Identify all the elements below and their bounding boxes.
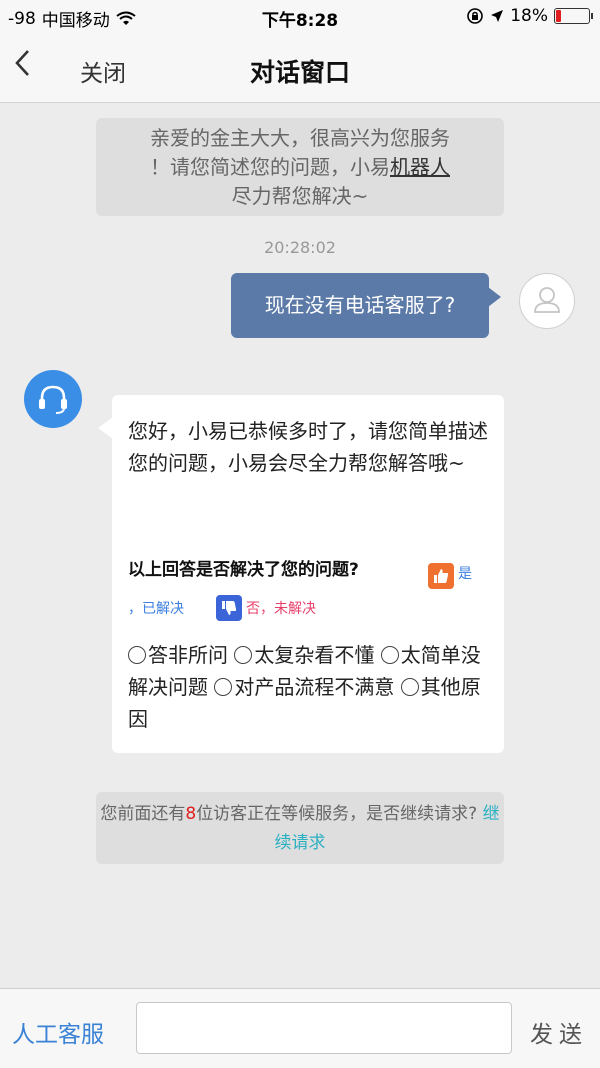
nav-bar: 关闭 对话窗口 [0,34,600,103]
bot-avatar [24,370,82,428]
thumbs-down-icon[interactable] [216,595,242,621]
bot-message-bubble: 您好，小易已恭候多时了，请您简单描述您的问题，小易会尽全力帮您解答哦~ 以上回答… [98,395,504,753]
queue-count: 8 [185,804,197,824]
user-message-bubble: 现在没有电话客服了? [231,273,501,338]
queue-prefix: 您前面还有 [100,804,186,824]
queue-notice: 您前面还有8位访客正在等候服务，是否继续请求? 继续请求 [96,792,504,864]
battery-icon [554,8,593,24]
chevron-left-icon[interactable] [6,48,40,88]
headset-icon [39,385,67,414]
close-button[interactable]: 关闭 [80,54,126,88]
location-arrow-icon [491,10,504,22]
feedback-question: 以上回答是否解决了您的问题? [128,560,359,580]
message-timestamp: 20:28:02 [264,238,336,257]
human-agent-button[interactable]: 人工客服 [12,1015,104,1049]
input-bar: 人工客服 发送 [0,988,600,1068]
welcome-line-1: 亲爱的金主大大，很高兴为您服务 [150,126,450,150]
radio-button[interactable] [128,646,146,664]
feedback-yes-label-cont[interactable]: ，已解决 [128,598,184,618]
radio-button[interactable] [400,678,419,696]
feedback-no-label[interactable]: 否，未解决 [246,598,316,618]
queue-middle: 位访客正在等候服务，是否继续请求? [196,804,478,824]
radio-button[interactable] [380,646,399,664]
feedback-reasons: 答非所问 太复杂看不懂 太简单没解决问题 对产品流程不满意 其他原因 [128,639,496,735]
thumbs-up-icon[interactable] [428,563,454,589]
status-bar: -98 中国移动 下午8:28 18% [0,0,600,34]
welcome-line-2-prefix: ！请您简述您的问题，小易 [150,155,390,179]
welcome-line-3: 尽力帮您解决~ [231,184,369,208]
lock-rotation-icon [467,8,484,24]
send-button[interactable]: 发送 [530,1015,588,1049]
user-avatar [519,273,575,329]
reason-option[interactable]: 答非所问 [128,643,228,667]
reason-option[interactable]: 太复杂看不懂 [234,643,374,667]
status-right: 18% [466,6,593,26]
radio-button[interactable] [234,646,253,664]
feedback-yes-label[interactable]: 是 [458,563,472,583]
radio-button[interactable] [214,678,233,696]
system-welcome-message: 亲爱的金主大大，很高兴为您服务 ！请您简述您的问题，小易机器人 尽力帮您解决~ [96,118,504,216]
robot-link[interactable]: 机器人 [390,155,450,179]
reason-label: 太复杂看不懂 [254,643,375,667]
reason-label: 对产品流程不满意 [234,675,395,699]
bot-message-text: 您好，小易已恭候多时了，请您简单描述您的问题，小易会尽全力帮您解答哦~ [128,419,488,475]
reason-option[interactable]: 对产品流程不满意 [214,675,394,699]
reason-label: 答非所问 [148,643,228,667]
welcome-line-2: ！请您简述您的问题，小易机器人 [96,153,504,182]
message-input[interactable] [136,1002,512,1054]
battery-fill [556,10,561,22]
battery-percent: 18% [510,6,548,26]
person-icon [534,287,560,313]
